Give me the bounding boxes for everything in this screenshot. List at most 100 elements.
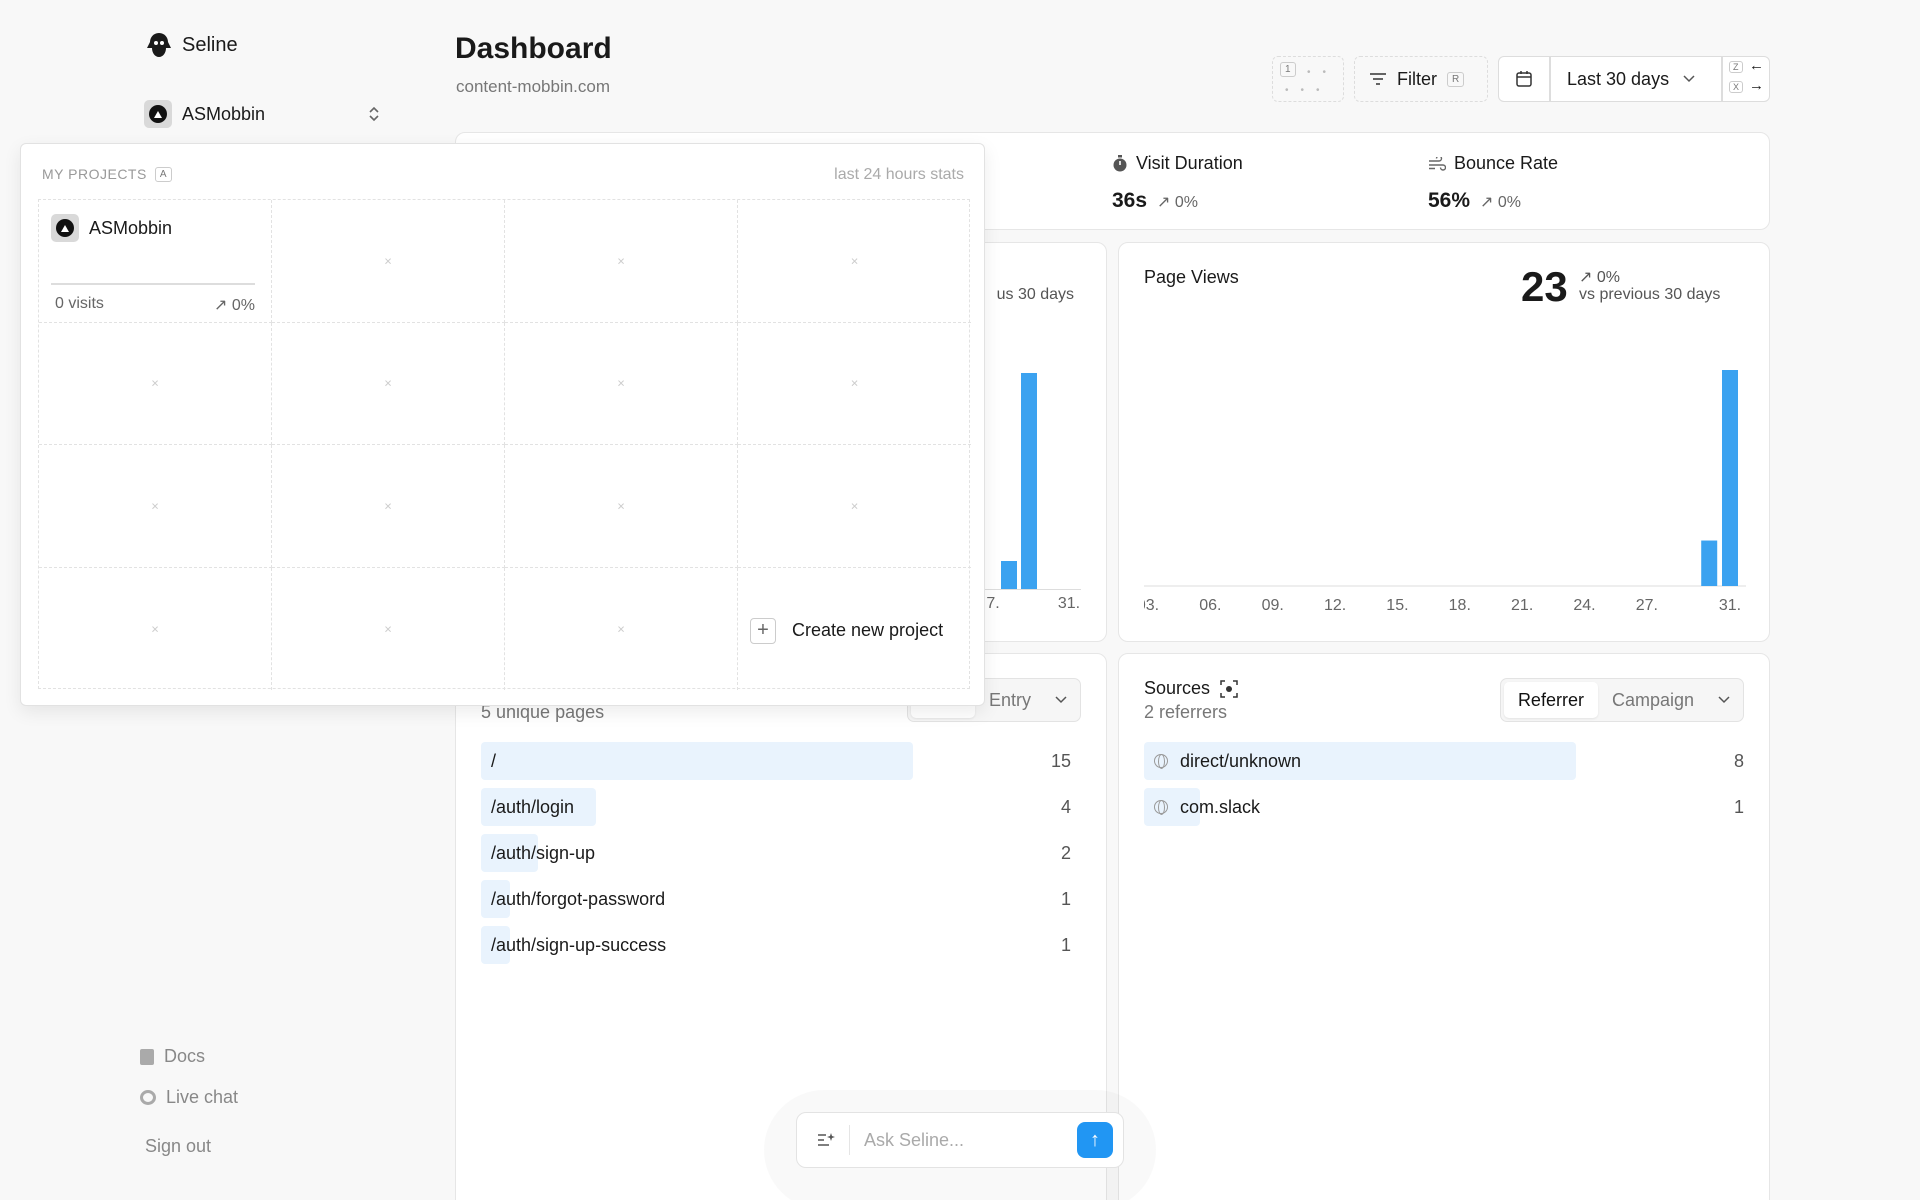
create-project-button[interactable]: + Create new project [738, 568, 971, 691]
arrow-left-icon[interactable]: ← [1749, 57, 1764, 74]
popover-shortcut: A [154, 166, 172, 182]
sources-subtitle: 2 referrers [1144, 702, 1228, 722]
live-chat-label: Live chat [166, 1087, 239, 1107]
docs-label: Docs [164, 1046, 206, 1066]
popover-heading: MY PROJECTS A [42, 166, 172, 182]
date-range-select[interactable]: Last 30 days [1550, 56, 1722, 102]
next-key: X [1729, 81, 1744, 93]
sign-out-link[interactable]: Sign out [145, 1136, 211, 1157]
empty-slot-mark: × [850, 498, 859, 514]
chevron-updown-icon [368, 105, 380, 123]
empty-project-slot: × [39, 322, 272, 445]
empty-project-slot: × [505, 200, 738, 323]
page-views-chart: 03. 06. 09. 12. 15. 18. 21. 24. 27. 31. [1144, 370, 1746, 614]
page-views-change: 0% [1596, 269, 1620, 286]
filter-button[interactable]: Filter R [1354, 56, 1488, 102]
project-card-name: ASMobbin [89, 217, 173, 238]
calendar-button[interactable] [1498, 56, 1550, 102]
trend-up-icon: ↗ 0% [214, 297, 255, 314]
chat-bubble-icon [140, 1090, 156, 1105]
chart-bar[interactable] [1701, 540, 1718, 586]
projects-popover: MY PROJECTS A last 24 hours stats ASMobb… [20, 143, 985, 706]
trend-up-icon: ↗ 0% [1579, 269, 1620, 286]
page-path: /auth/login [491, 796, 575, 817]
tab-campaign[interactable]: Campaign [1598, 682, 1708, 718]
divider [849, 1125, 850, 1155]
project-switcher[interactable]: ASMobbin [144, 98, 380, 130]
page-row[interactable]: / 15 [481, 742, 1071, 780]
chart-bar[interactable] [1722, 370, 1738, 586]
tab-referrer[interactable]: Referrer [1503, 682, 1598, 718]
compare-text: vs previous 30 days [1579, 286, 1721, 303]
trend-up-icon: ↗ 0% [1480, 194, 1522, 211]
chevron-down-icon[interactable] [1055, 696, 1067, 704]
wind-icon [1429, 156, 1446, 171]
x-tick: 03. [1144, 597, 1159, 614]
empty-project-slot: × [505, 445, 738, 568]
x-tick: 15. [1386, 597, 1408, 614]
chart-bar[interactable] [1001, 561, 1017, 589]
source-count: 1 [1733, 796, 1744, 817]
chart-bar[interactable] [1021, 373, 1037, 589]
page-path: / [491, 750, 497, 771]
filter-shortcut: R [1447, 71, 1465, 87]
tab-entry[interactable]: Entry [975, 682, 1045, 718]
x-tick: 31. [1719, 597, 1741, 614]
source-row[interactable]: direct/unknown 8 [1144, 742, 1744, 780]
project-avatar [51, 214, 79, 242]
empty-slot-mark: × [850, 253, 859, 269]
empty-project-slot: × [272, 200, 505, 323]
filter-label: Filter [1397, 68, 1437, 89]
page-row[interactable]: /auth/sign-up-success 1 [481, 926, 1071, 964]
page-row[interactable]: /auth/login 4 [481, 788, 1071, 826]
globe-icon [1154, 800, 1168, 815]
page-row[interactable]: /auth/forgot-password 1 [481, 880, 1071, 918]
popover-heading-text: MY PROJECTS [42, 166, 147, 182]
empty-project-slot: × [39, 567, 272, 690]
chevron-down-icon[interactable] [1718, 696, 1730, 704]
live-chat-link[interactable]: Live chat [140, 1087, 238, 1108]
dots-icon: ••• [1285, 85, 1332, 96]
source-label: direct/unknown [1144, 751, 1301, 772]
x-tick: 06. [1199, 597, 1221, 614]
page-path: /auth/forgot-password [491, 888, 666, 909]
empty-slot-mark: × [151, 498, 159, 514]
compare-text: us 30 days [996, 286, 1074, 303]
row-share-bar [481, 742, 913, 780]
empty-slot-mark: × [151, 375, 159, 391]
arrow-right-icon[interactable]: → [1749, 77, 1764, 94]
scan-icon[interactable] [1220, 679, 1238, 698]
source-row[interactable]: com.slack 1 [1144, 788, 1744, 826]
brand-logo[interactable]: Seline [144, 30, 238, 60]
filter-icon [1370, 73, 1386, 85]
sources-title-text: Sources [1144, 678, 1211, 698]
send-button[interactable]: ↑ [1077, 1122, 1113, 1158]
globe-icon [1154, 754, 1168, 769]
x-tick: 21. [1511, 597, 1533, 614]
trend-up-icon: ↗ 0% [1157, 194, 1199, 211]
stat-label: Bounce Rate [1454, 153, 1559, 173]
empty-project-slot: × [272, 322, 505, 445]
ask-seline-input[interactable] [864, 1129, 1064, 1151]
project-card[interactable]: ASMobbin 0 visits ↗ 0% [39, 200, 272, 323]
page-path: /auth/sign-up-success [491, 934, 667, 955]
create-project-label: Create new project [792, 620, 944, 640]
empty-project-slot: × [272, 567, 505, 690]
date-navigate-buttons[interactable]: Z ← X → [1722, 56, 1770, 102]
site-shortcut-button[interactable]: 1 ••• •• [1272, 56, 1344, 102]
sparkle-list-icon[interactable] [817, 1132, 835, 1148]
docs-link[interactable]: Docs [140, 1046, 205, 1067]
empty-slot-mark: × [617, 253, 625, 269]
seline-logo-icon [147, 33, 171, 57]
page-count: 4 [1060, 796, 1071, 817]
sources-card: Sources 2 referrers Referrer Campaign di… [1118, 653, 1770, 1200]
stat-visit-duration-value: 36s ↗ 0% [1112, 189, 1198, 213]
page-row[interactable]: /auth/sign-up 2 [481, 834, 1071, 872]
source-name: direct/unknown [1180, 750, 1302, 771]
x-tick: 7. [986, 595, 1000, 612]
page-title: Dashboard [455, 32, 612, 65]
book-icon [140, 1048, 154, 1065]
x-tick: 12. [1324, 597, 1346, 614]
empty-project-slot: × [272, 445, 505, 568]
source-count: 8 [1733, 750, 1744, 771]
